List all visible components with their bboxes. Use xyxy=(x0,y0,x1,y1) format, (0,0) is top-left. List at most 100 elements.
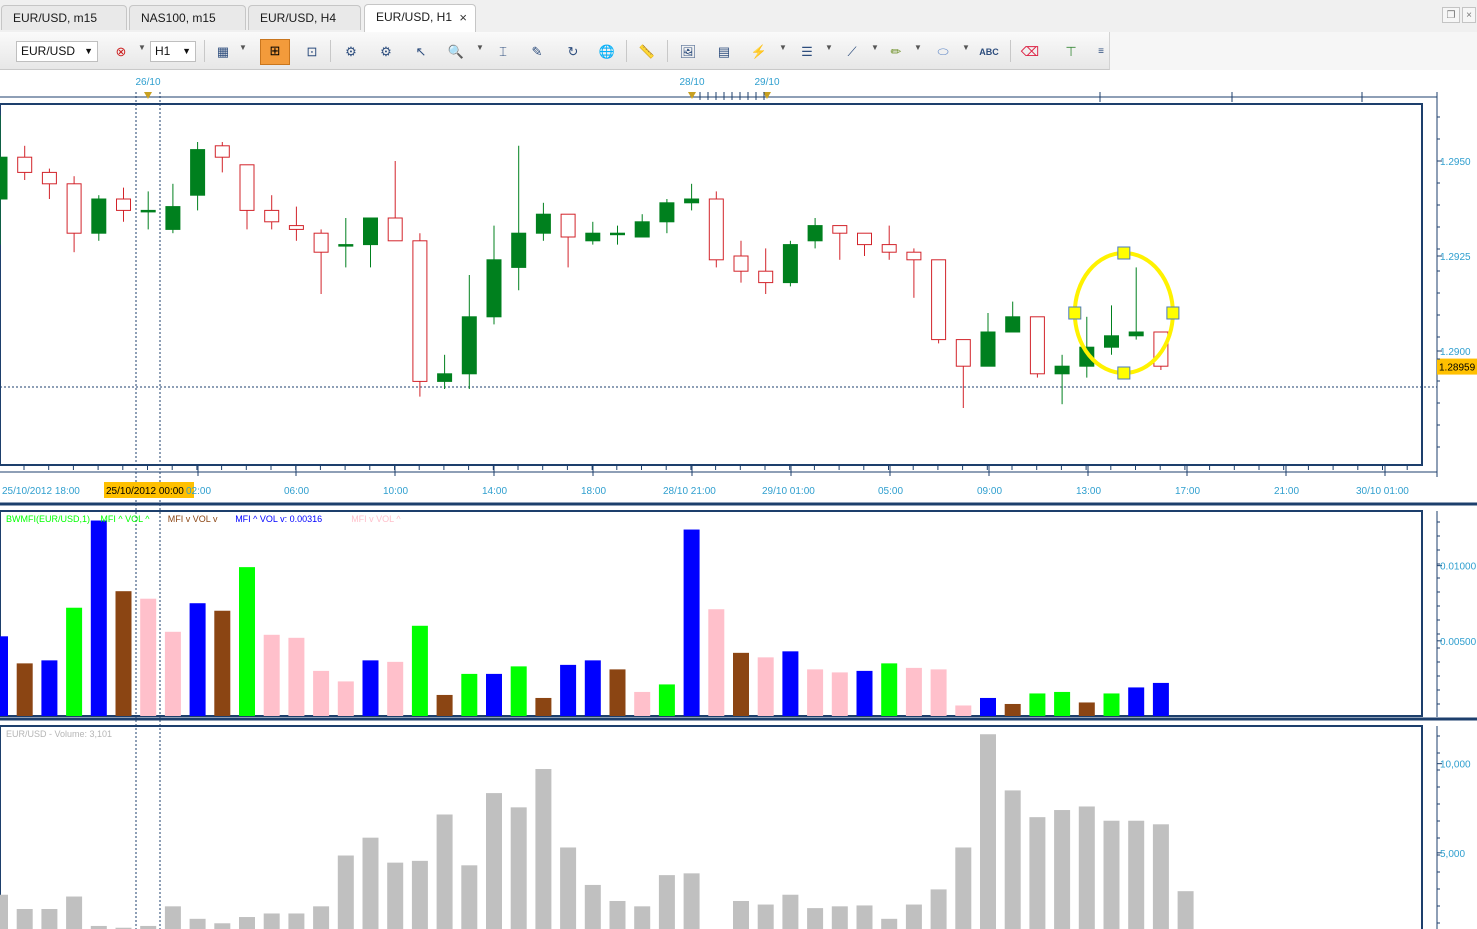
image-icon[interactable]: 🖼 xyxy=(677,41,699,63)
candle-body xyxy=(387,217,403,242)
zoom-icon[interactable]: ⊡ xyxy=(301,41,323,63)
bwmfi-bar xyxy=(807,669,824,716)
bwmfi-panel[interactable]: BWMFI(EUR/USD,1) MFI ^ VOL ^ MFI v VOL v MF… xyxy=(0,510,1477,717)
chevron-down-icon[interactable]: ▼ xyxy=(825,43,833,52)
chart-toolbar: EUR/USD ▼ ⊗ ▼ H1 ▼ ▦ ▼ ⊞ ⊡ ⚙ ⚙ ↖ 🔍 ▼ ⌶ ✎ ↻… xyxy=(0,32,1110,70)
tab-nas100-m15[interactable]: NAS100, m15 xyxy=(129,5,246,30)
candle xyxy=(857,232,872,256)
candle-body xyxy=(91,198,107,234)
volume-bar xyxy=(0,894,8,929)
hierarchy-icon[interactable]: ⊤ xyxy=(1060,41,1082,63)
candle-body xyxy=(461,316,477,375)
crosshair-icon[interactable]: ⌶ xyxy=(492,41,514,63)
timeframe-select[interactable]: H1 ▼ xyxy=(150,41,196,62)
refresh-icon[interactable]: ↻ xyxy=(562,41,584,63)
candle-body xyxy=(214,145,230,158)
chevron-down-icon[interactable]: ▼ xyxy=(239,43,247,52)
tab-eurusd-m15[interactable]: EUR/USD, m15 xyxy=(1,5,127,30)
template-icon[interactable]: ▤ xyxy=(713,41,735,63)
chevron-down-icon[interactable]: ▼ xyxy=(138,43,146,52)
candle-body xyxy=(313,232,329,253)
ruler-icon[interactable]: 📏 xyxy=(636,41,658,63)
candle xyxy=(634,214,650,238)
candle-body xyxy=(0,156,8,200)
candle-body xyxy=(782,244,798,284)
volume-bar xyxy=(782,894,799,929)
horizontal-lines-icon[interactable]: ☰ xyxy=(796,41,818,63)
pencil-icon[interactable]: ✏ xyxy=(885,41,907,63)
restore-window-icon[interactable]: ❐ xyxy=(1442,7,1460,23)
text-icon[interactable]: ABC xyxy=(978,41,1000,63)
volume-bar xyxy=(164,906,181,929)
candle xyxy=(288,206,304,241)
bwmfi-bar xyxy=(708,609,725,716)
bwmfi-bar xyxy=(831,672,848,716)
bwmfi-bar xyxy=(337,681,354,716)
fibonacci-icon[interactable]: ⚡ xyxy=(748,41,770,63)
cursor-icon[interactable]: ↖ xyxy=(410,41,432,63)
eraser-icon[interactable]: ⌫ xyxy=(1019,41,1041,63)
more-icon[interactable]: ≡ xyxy=(1090,41,1112,63)
volume-bar xyxy=(66,896,83,929)
bwmfi-tick-label: 0.01000 xyxy=(1440,562,1477,573)
bwmfi-bar xyxy=(584,660,601,716)
volume-panel[interactable]: EUR/USD - Volume: 3,101 10,000 5,000 xyxy=(0,725,1471,929)
edit-icon[interactable]: ✎ xyxy=(526,41,548,63)
bwmfi-bar xyxy=(239,567,255,716)
bwmfi-bar xyxy=(683,529,700,716)
time-label: 21:00 xyxy=(1274,486,1299,497)
chevron-down-icon[interactable]: ▼ xyxy=(476,43,484,52)
chart-properties-icon[interactable]: ⊗ xyxy=(110,41,132,63)
chevron-down-icon[interactable]: ▼ xyxy=(871,43,879,52)
candle xyxy=(437,354,453,389)
trend-line-icon[interactable]: ⟋ xyxy=(841,41,863,63)
candle xyxy=(832,225,848,260)
time-label: 18:00 xyxy=(581,486,606,497)
volume-bar xyxy=(831,906,848,929)
globe-icon[interactable]: 🌐 xyxy=(596,41,618,63)
current-price-label: 1.28959 xyxy=(1439,363,1476,374)
zoom-fit-icon[interactable]: ⊞ xyxy=(260,39,290,65)
chart-type-icon[interactable]: ▦ xyxy=(212,41,234,63)
ellipse-handle xyxy=(1068,306,1082,320)
volume-bar xyxy=(658,875,675,929)
chevron-down-icon[interactable]: ▼ xyxy=(914,43,922,52)
volume-bar xyxy=(584,884,601,929)
chevron-down-icon[interactable]: ▼ xyxy=(779,43,787,52)
bwmfi-bar xyxy=(362,660,379,716)
candle-body xyxy=(659,202,675,223)
close-tab-icon[interactable]: × xyxy=(459,5,467,30)
tab-label: EUR/USD, H1 xyxy=(376,10,453,24)
candle-body xyxy=(857,232,872,246)
indicator-icon[interactable]: ⚙ xyxy=(340,41,362,63)
candle-body xyxy=(955,339,971,367)
volume-bar xyxy=(1152,824,1169,929)
tab-eurusd-h1[interactable]: EUR/USD, H1 × xyxy=(364,4,476,32)
volume-bar xyxy=(683,873,700,929)
magnifier-icon[interactable]: 🔍 xyxy=(445,41,467,63)
candle xyxy=(1005,301,1021,333)
close-window-icon[interactable]: × xyxy=(1462,7,1476,23)
volume-bar xyxy=(955,847,972,929)
chart-area[interactable]: 26/10 28/10 29/10 1.2950 1.2925 1.2900 1.2895… xyxy=(0,72,1477,929)
strategy-icon[interactable]: ⚙ xyxy=(375,41,397,63)
symbol-select[interactable]: EUR/USD ▼ xyxy=(16,41,98,62)
ellipse-handle xyxy=(1117,366,1131,380)
volume-bar xyxy=(239,917,255,929)
tab-eurusd-h4[interactable]: EUR/USD, H4 xyxy=(248,5,361,30)
volume-bar xyxy=(1177,891,1194,929)
time-label: 10:00 xyxy=(383,486,408,497)
bwmfi-bar xyxy=(782,651,799,716)
ellipse-icon[interactable]: ⬭ xyxy=(932,41,954,63)
date-marker-triangle xyxy=(144,92,152,99)
candle xyxy=(41,168,57,199)
volume-bar xyxy=(1078,806,1095,929)
candle xyxy=(214,142,230,173)
volume-bar xyxy=(1054,810,1071,929)
bwmfi-bar xyxy=(164,631,181,716)
volume-bar xyxy=(510,807,527,929)
bwmfi-bar xyxy=(560,664,577,716)
chevron-down-icon[interactable]: ▼ xyxy=(962,43,970,52)
candle xyxy=(91,195,107,241)
volume-bar xyxy=(881,918,898,929)
